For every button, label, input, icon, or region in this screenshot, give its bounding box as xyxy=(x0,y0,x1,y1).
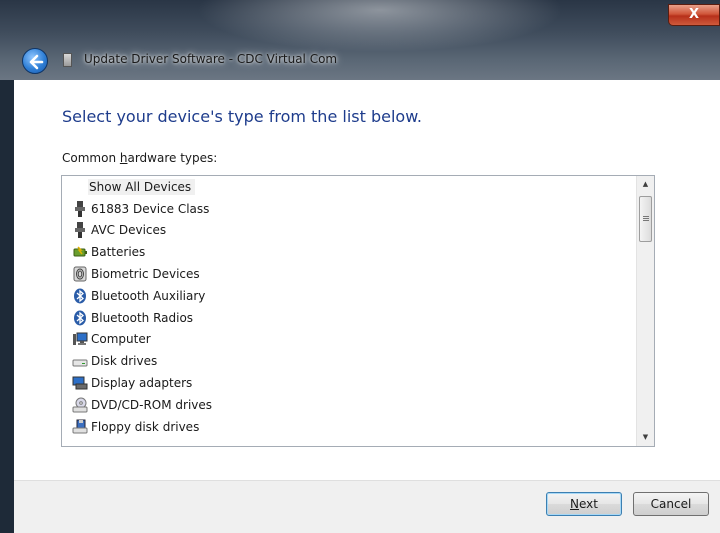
scroll-down-icon[interactable]: ▼ xyxy=(637,429,654,446)
list-item-computer[interactable]: Computer xyxy=(62,329,634,351)
next-button[interactable]: Next xyxy=(546,492,622,516)
display-adapter-icon xyxy=(72,375,88,391)
footer-bar: Next Cancel xyxy=(14,480,720,533)
list-item-biometric[interactable]: Biometric Devices xyxy=(62,263,634,285)
connector-icon xyxy=(72,222,88,239)
list-label: Common hardware types: xyxy=(62,151,217,165)
list-item-61883[interactable]: 61883 Device Class xyxy=(62,198,634,220)
list-scrollbar[interactable]: ▲ ▼ xyxy=(636,176,654,446)
list-item-show-all[interactable]: Show All Devices xyxy=(62,176,634,198)
list-label-post: ardware types: xyxy=(127,151,218,165)
cancel-button[interactable]: Cancel xyxy=(633,492,709,516)
hardware-types-list[interactable]: Show All Devices 61883 Device Class AVC … xyxy=(61,175,655,447)
list-item-label: 61883 Device Class xyxy=(91,201,210,216)
device-icon xyxy=(63,53,72,67)
bluetooth-icon xyxy=(72,310,88,326)
grip-icon xyxy=(643,216,649,217)
list-item-bluetooth-radios[interactable]: Bluetooth Radios xyxy=(62,307,634,329)
bluetooth-icon xyxy=(72,288,88,304)
list-label-pre: Common xyxy=(62,151,120,165)
battery-icon xyxy=(72,244,88,260)
list-items: Show All Devices 61883 Device Class AVC … xyxy=(62,176,634,438)
back-button[interactable] xyxy=(22,48,48,74)
computer-icon xyxy=(72,331,88,347)
list-item-avc[interactable]: AVC Devices xyxy=(62,220,634,242)
list-item-label: Bluetooth Radios xyxy=(91,310,194,325)
scroll-up-icon[interactable]: ▲ xyxy=(637,176,654,193)
content-pane: Select your device's type from the list … xyxy=(14,80,720,480)
list-item-batteries[interactable]: Batteries xyxy=(62,241,634,263)
list-item-label: Display adapters xyxy=(91,376,193,391)
dvd-drive-icon xyxy=(72,397,88,413)
scroll-thumb[interactable] xyxy=(639,196,652,242)
next-accel: N xyxy=(570,497,579,511)
list-item-label: Biometric Devices xyxy=(91,267,200,282)
list-item-label: Computer xyxy=(91,332,151,347)
update-driver-window: X Update Driver Software - CDC Virtual C… xyxy=(0,0,720,533)
list-item-label: Show All Devices xyxy=(88,178,196,195)
window-title: Update Driver Software - CDC Virtual Com xyxy=(84,52,338,66)
close-button[interactable]: X xyxy=(668,4,720,26)
back-arrow-icon xyxy=(29,54,44,70)
list-item-label: Bluetooth Auxiliary xyxy=(91,288,206,303)
list-item-label: AVC Devices xyxy=(91,223,167,238)
floppy-drive-icon xyxy=(72,419,88,435)
list-item-dvd-drives[interactable]: DVD/CD-ROM drives xyxy=(62,394,634,416)
disk-drive-icon xyxy=(72,353,88,369)
list-item-disk-drives[interactable]: Disk drives xyxy=(62,350,634,372)
list-item-label: Disk drives xyxy=(91,354,158,369)
list-item-label: Batteries xyxy=(91,245,146,260)
list-item-label: Floppy disk drives xyxy=(91,419,200,434)
list-item-bluetooth-aux[interactable]: Bluetooth Auxiliary xyxy=(62,285,634,307)
title-bar: X Update Driver Software - CDC Virtual C… xyxy=(0,0,720,80)
page-heading: Select your device's type from the list … xyxy=(62,107,422,126)
next-rest: ext xyxy=(579,497,598,511)
connector-icon xyxy=(72,200,88,217)
fingerprint-icon xyxy=(72,266,88,282)
list-item-floppy-drives[interactable]: Floppy disk drives xyxy=(62,416,634,438)
list-item-display-adapters[interactable]: Display adapters xyxy=(62,372,634,394)
list-item-label: DVD/CD-ROM drives xyxy=(91,397,213,412)
